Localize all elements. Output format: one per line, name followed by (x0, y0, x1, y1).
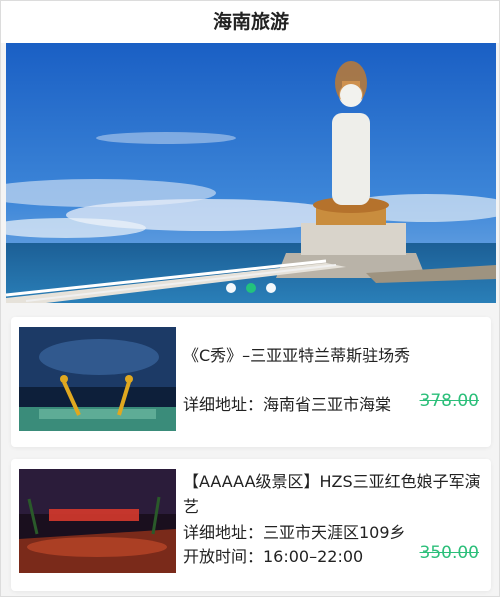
item-address: 详细地址：海南省三亚市海棠 (183, 395, 392, 414)
carousel-dot-1[interactable] (226, 283, 236, 293)
carousel-dot-3[interactable] (266, 283, 276, 293)
item-title: 【AAAAA级景区】HZS三亚红色娘子军演艺 (183, 472, 481, 516)
item-thumbnail (19, 327, 176, 431)
app-screen: 海南旅游 《C秀》–三亚亚特兰蒂斯驻场秀 详细地址：海南省三亚市海棠 378.0… (0, 0, 500, 597)
carousel-indicators (6, 283, 496, 293)
carousel-dot-2[interactable] (246, 283, 256, 293)
page-title: 海南旅游 (212, 11, 289, 33)
banner-carousel[interactable] (6, 43, 496, 303)
item-address: 详细地址：三亚市天涯区109乡 (183, 523, 406, 542)
top-bar: 海南旅游 (1, 1, 499, 43)
list-item[interactable]: 【AAAAA级景区】HZS三亚红色娘子军演艺 详细地址：三亚市天涯区109乡 开… (11, 459, 491, 591)
item-hours: 开放时间：16:00–22:00 (183, 547, 364, 566)
item-thumbnail (19, 469, 176, 573)
item-title: 《C秀》–三亚亚特兰蒂斯驻场秀 (183, 346, 411, 365)
item-price: 350.00 (419, 543, 479, 563)
item-price: 378.00 (419, 391, 479, 411)
list-item[interactable]: 《C秀》–三亚亚特兰蒂斯驻场秀 详细地址：海南省三亚市海棠 378.00 (11, 317, 491, 447)
banner-image (6, 43, 496, 303)
